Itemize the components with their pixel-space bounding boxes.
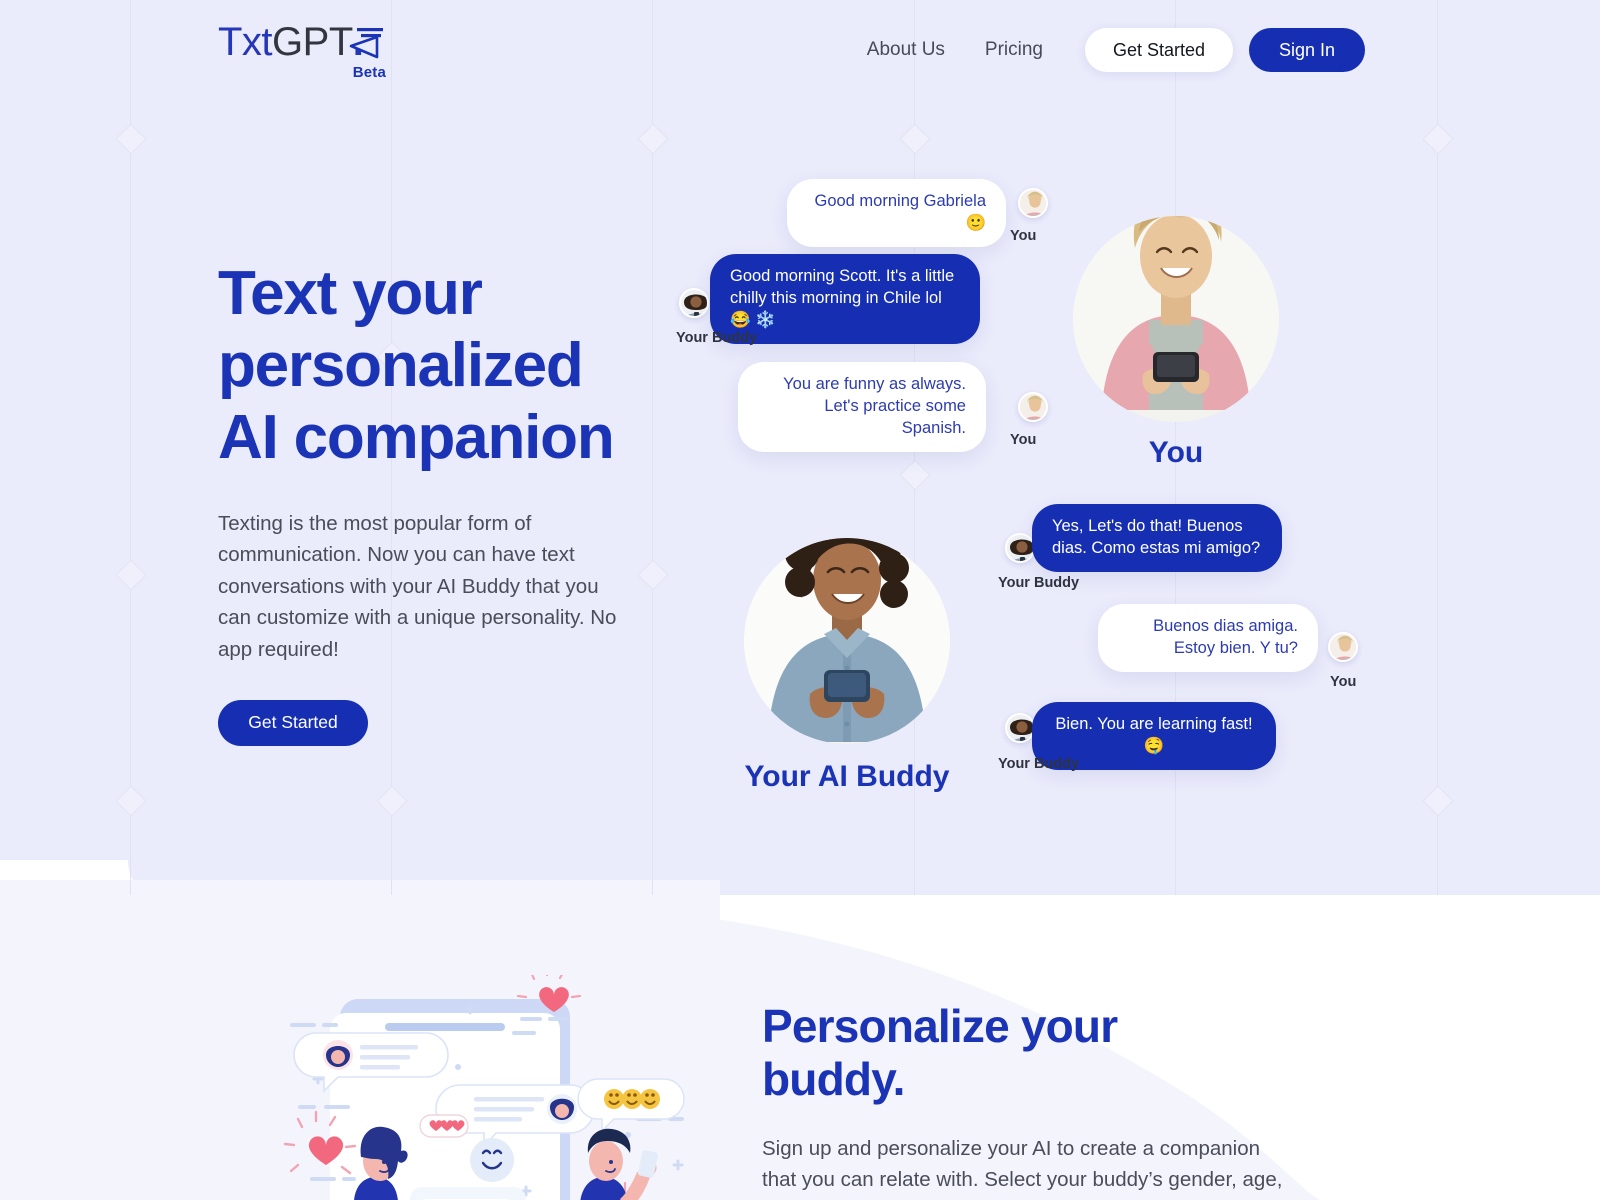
section-title: Personalize your buddy.: [762, 1000, 1302, 1107]
chat-bubble-you: You are funny as always. Let's practice …: [738, 362, 986, 452]
beta-badge: Beta: [352, 64, 386, 81]
avatar-you: [1018, 392, 1048, 422]
conversation-stage: Good morning Gabriela 🙂 You Good morning…: [0, 0, 1600, 905]
personalize-section: Personalize your buddy. Sign up and pers…: [762, 1000, 1302, 1195]
chat-bubble-you: Buenos dias amiga. Estoy bien. Y tu?: [1098, 604, 1318, 672]
avatar-buddy: [1005, 713, 1035, 743]
portrait-you: [1073, 216, 1279, 422]
nav-link-about-us[interactable]: About Us: [847, 28, 965, 72]
chat-speaker-label: You: [1010, 228, 1037, 244]
chat-speaker-label: Your Buddy: [998, 756, 1080, 772]
avatar-buddy: [679, 288, 709, 318]
portrait-buddy-label: Your AI Buddy: [744, 760, 950, 793]
logo-txt-part: Txt: [218, 20, 273, 64]
portrait-you-label: You: [1148, 436, 1204, 469]
sign-in-button[interactable]: Sign In: [1249, 28, 1365, 72]
section-title-line-1: Personalize your: [762, 1000, 1118, 1052]
portrait-buddy: [744, 538, 950, 744]
chat-people-illustration: [280, 965, 700, 1200]
chat-bubble-buddy: Yes, Let's do that! Buenos dias. Como es…: [1032, 504, 1282, 572]
chat-bubble-you: Good morning Gabriela 🙂: [787, 179, 1006, 247]
chat-speaker-label: You: [1010, 432, 1037, 448]
chat-speaker-label: You: [1330, 674, 1357, 690]
logo-gpt-part: GPT: [272, 20, 353, 64]
section-title-line-2: buddy.: [762, 1053, 905, 1106]
avatar-you: [1328, 632, 1358, 662]
get-started-button[interactable]: Get Started: [1085, 28, 1233, 72]
section-paragraph: Sign up and personalize your AI to creat…: [762, 1136, 1283, 1191]
nav-link-pricing[interactable]: Pricing: [965, 28, 1063, 72]
a-monogram-icon: [347, 28, 385, 62]
chat-speaker-label: Your Buddy: [676, 330, 758, 346]
landing-page: TxtGPT. Beta About Us Pricing Get Starte…: [0, 0, 1600, 1200]
chat-speaker-label: Your Buddy: [998, 575, 1080, 591]
avatar-you: [1018, 188, 1048, 218]
logo[interactable]: TxtGPT. Beta: [218, 22, 388, 82]
top-navigation: TxtGPT. Beta About Us Pricing Get Starte…: [0, 0, 1600, 100]
avatar-buddy: [1005, 533, 1035, 563]
nav-actions: About Us Pricing Get Started Sign In: [847, 28, 1365, 72]
